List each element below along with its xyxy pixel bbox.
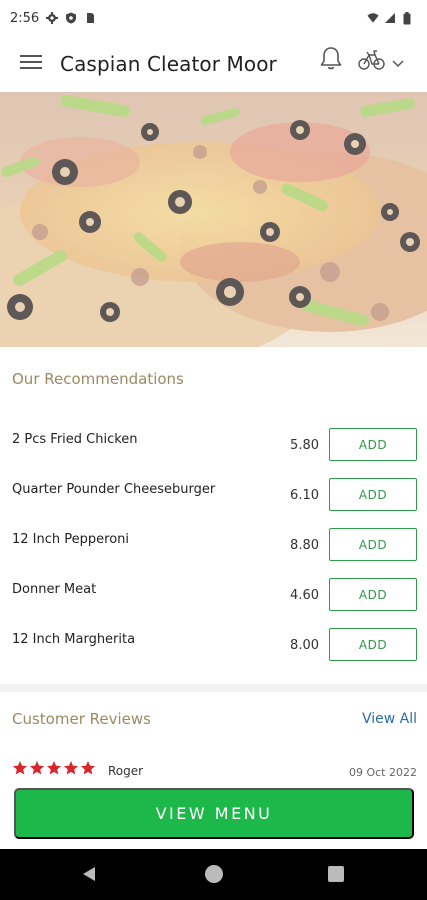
notifications-button[interactable] xyxy=(316,46,346,76)
app-bar: Caspian Cleator Moor xyxy=(0,36,427,92)
view-all-reviews-link[interactable]: View All xyxy=(362,711,417,727)
item-price: 8.80 xyxy=(290,538,319,553)
star-icon xyxy=(13,761,27,775)
reviewer-name: Roger xyxy=(108,764,144,778)
add-button[interactable]: ADD xyxy=(329,528,417,561)
add-button[interactable]: ADD xyxy=(329,428,417,461)
view-menu-button[interactable]: VIEW MENU xyxy=(14,788,414,839)
item-name: 12 Inch Pepperoni xyxy=(12,532,130,547)
recommendations-title: Our Recommendations xyxy=(12,370,184,388)
item-price: 4.60 xyxy=(290,588,319,603)
status-left: 2:56 xyxy=(10,11,96,26)
review-item: Roger 09 Oct 2022 xyxy=(12,760,417,784)
page-title: Caspian Cleator Moor xyxy=(60,52,277,76)
reviews-title: Customer Reviews xyxy=(12,710,151,728)
add-button[interactable]: ADD xyxy=(329,628,417,661)
item-name: Quarter Pounder Cheeseburger xyxy=(12,482,216,497)
star-icon xyxy=(64,761,78,775)
review-date: 09 Oct 2022 xyxy=(348,766,417,779)
battery-icon xyxy=(401,11,413,24)
signal-icon xyxy=(384,12,396,24)
wifi-icon xyxy=(367,12,379,24)
add-button[interactable]: ADD xyxy=(329,478,417,511)
hero-pizza-image xyxy=(0,92,427,347)
star-icon xyxy=(81,761,95,775)
bicycle-icon xyxy=(358,49,386,75)
item-name: 12 Inch Margherita xyxy=(12,632,136,647)
home-icon[interactable] xyxy=(205,865,223,883)
menu-button[interactable] xyxy=(16,49,46,79)
recommendation-item: Donner Meat 4.60 ADD xyxy=(0,578,427,618)
system-nav-bar xyxy=(0,849,427,900)
item-price: 5.80 xyxy=(290,438,319,453)
sim-card-icon xyxy=(84,12,96,24)
back-icon[interactable] xyxy=(80,865,98,883)
chevron-down-icon xyxy=(392,53,404,72)
recommendation-item: 12 Inch Margherita 8.00 ADD xyxy=(0,628,427,668)
recommendation-item: 12 Inch Pepperoni 8.80 ADD xyxy=(0,528,427,568)
item-price: 6.10 xyxy=(290,488,319,503)
delivery-mode-selector[interactable] xyxy=(358,48,414,76)
status-right xyxy=(367,11,413,24)
shield-icon xyxy=(65,12,77,24)
bell-icon xyxy=(319,46,343,76)
section-divider xyxy=(0,684,427,692)
recommendation-item: Quarter Pounder Cheeseburger 6.10 ADD xyxy=(0,478,427,518)
status-bar: 2:56 xyxy=(0,0,427,36)
recommendation-item: 2 Pcs Fried Chicken 5.80 ADD xyxy=(0,428,427,468)
star-icon xyxy=(47,761,61,775)
rating-stars xyxy=(12,760,96,776)
star-icon xyxy=(30,761,44,775)
hamburger-menu-icon xyxy=(20,54,42,74)
add-button[interactable]: ADD xyxy=(329,578,417,611)
item-price: 8.00 xyxy=(290,638,319,653)
status-time: 2:56 xyxy=(10,10,40,26)
item-name: Donner Meat xyxy=(12,582,97,597)
recent-apps-icon[interactable] xyxy=(328,866,344,882)
gear-icon xyxy=(46,12,59,24)
item-name: 2 Pcs Fried Chicken xyxy=(12,432,138,447)
